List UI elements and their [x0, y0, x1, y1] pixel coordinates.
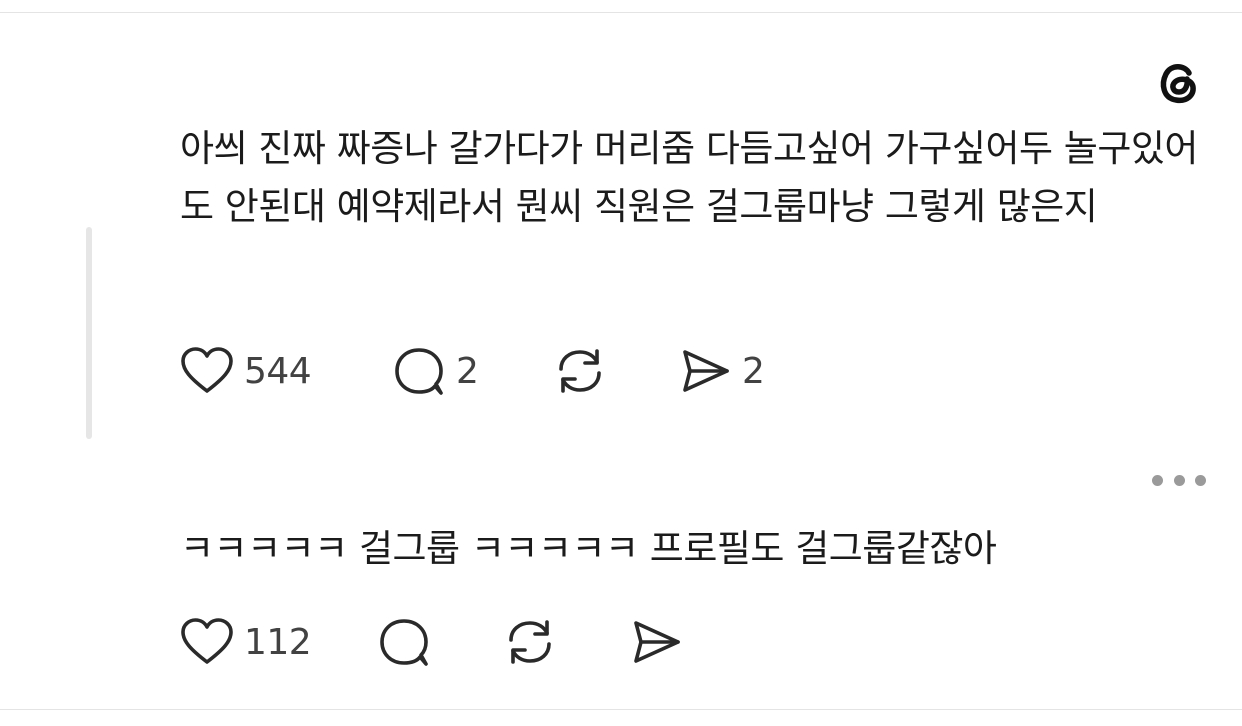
heart-icon	[181, 618, 233, 664]
repost-button[interactable]	[553, 346, 607, 396]
reply-repost-button[interactable]	[503, 617, 557, 667]
reply-like-count: 112	[244, 621, 312, 663]
reply-button[interactable]: 2	[392, 346, 479, 396]
more-dots-icon[interactable]	[1152, 470, 1206, 490]
reply-like-button[interactable]: 112	[180, 617, 312, 667]
reply-count: 2	[456, 350, 479, 392]
post-text: 아씌 진짜 짜증나 갈가다가 머리줌 다듬고싶어 가구싶어두 놀구있어도 안된대…	[180, 127, 1198, 228]
reply-share-button[interactable]	[629, 617, 683, 667]
share-button[interactable]: 2	[678, 346, 765, 396]
dot	[1173, 474, 1185, 486]
speech-bubble-icon	[395, 348, 443, 395]
heart-icon	[181, 347, 233, 393]
share-count: 2	[742, 350, 765, 392]
dot	[1152, 474, 1163, 486]
speech-bubble-icon	[380, 619, 428, 666]
top-divider	[0, 12, 1242, 13]
reply-text: ㅋㅋㅋㅋㅋ 걸그룹 ㅋㅋㅋㅋㅋ 프로필도 걸그룹같잖아	[180, 527, 997, 570]
paper-plane-icon	[683, 350, 729, 392]
repost-icon	[509, 620, 551, 664]
like-button[interactable]: 544	[180, 346, 312, 396]
threads-logo-icon[interactable]	[1154, 56, 1204, 106]
reply-reply-button[interactable]	[377, 617, 431, 667]
thread-line	[86, 227, 92, 439]
dot	[1195, 474, 1206, 486]
paper-plane-icon	[634, 621, 680, 663]
repost-icon	[559, 349, 601, 393]
bottom-divider	[0, 709, 1242, 710]
like-count: 544	[244, 350, 312, 392]
